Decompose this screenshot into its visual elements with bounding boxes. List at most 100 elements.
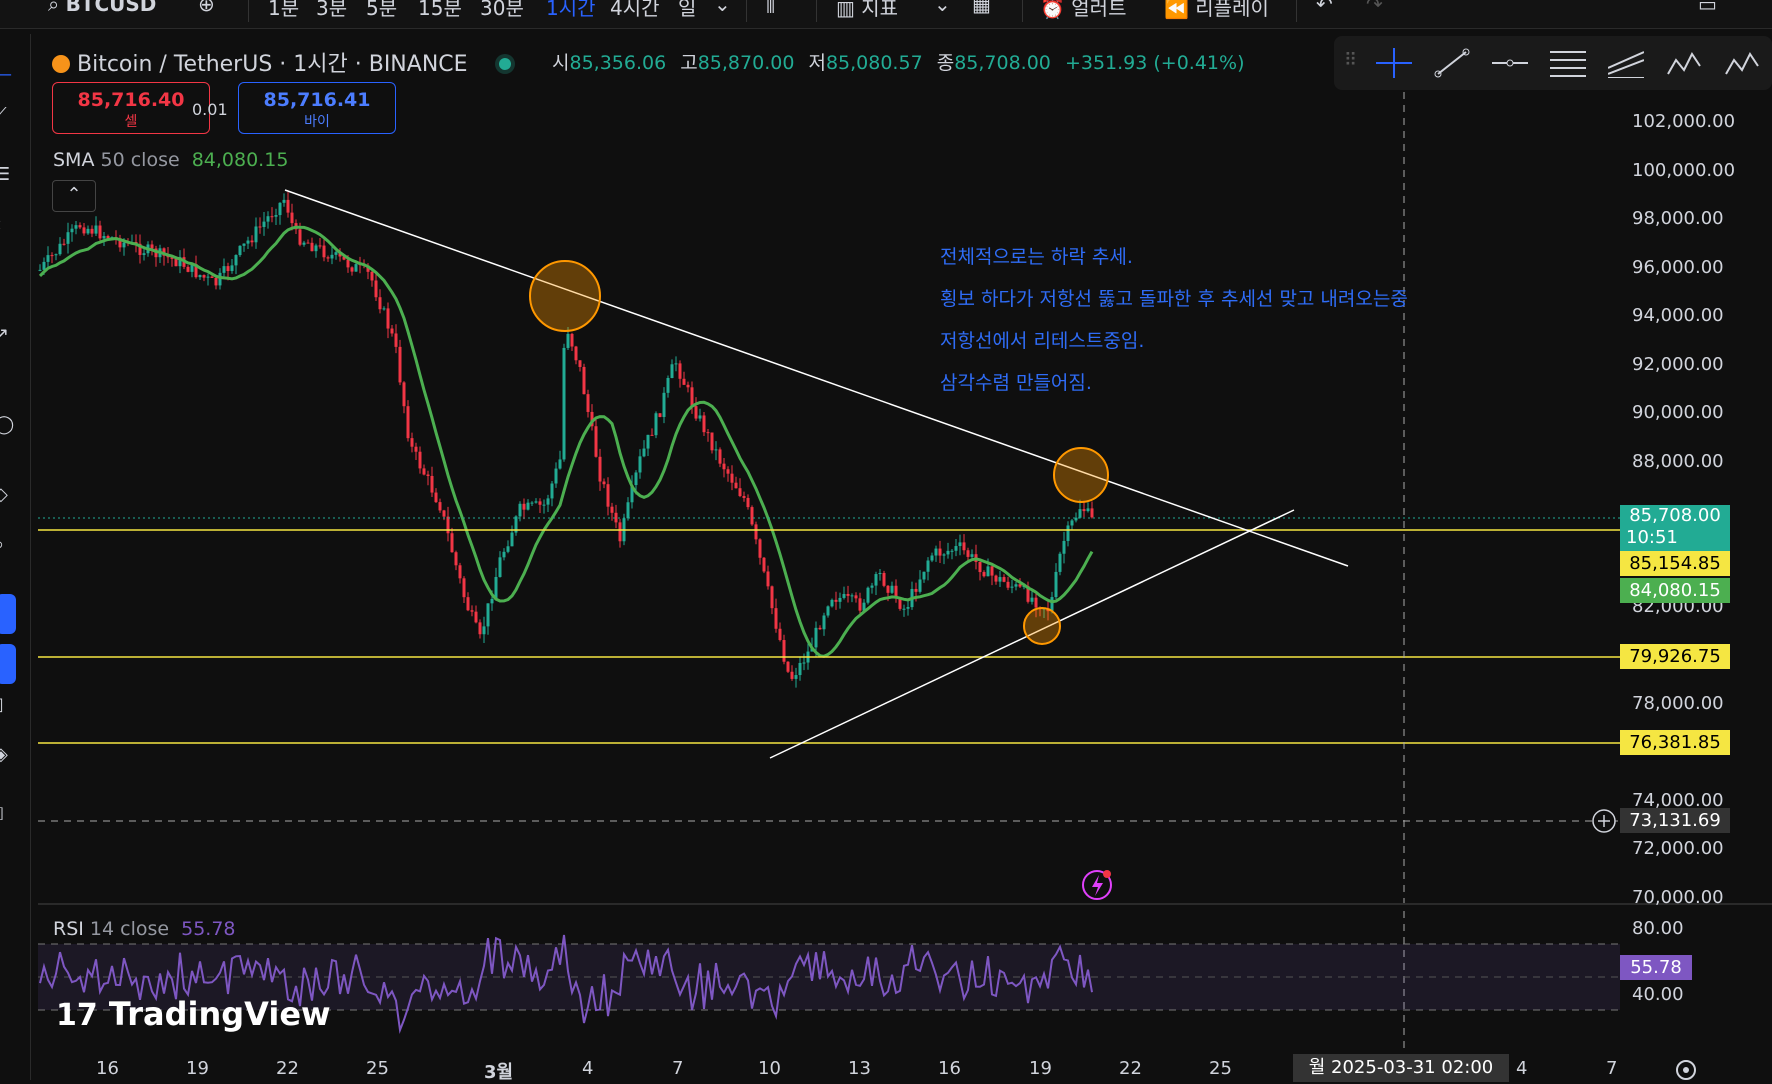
- candle-body: [798, 662, 802, 676]
- candle-body: [694, 406, 698, 419]
- abc-wave-icon[interactable]: [1724, 48, 1760, 78]
- crosshair-plus-icon[interactable]: [1592, 809, 1616, 833]
- candle-body: [350, 267, 354, 272]
- candle-body: [330, 254, 334, 259]
- candle-body: [586, 394, 590, 412]
- candle-body: [314, 245, 318, 252]
- parallel-channel-icon[interactable]: [1550, 48, 1586, 78]
- candle-body: [450, 533, 454, 553]
- level-price-tag: 76,381.85: [1620, 730, 1730, 755]
- candle-body: [714, 449, 718, 451]
- candle-body: [254, 226, 258, 243]
- candle-body: [970, 554, 974, 557]
- candle-body: [62, 243, 66, 245]
- time-axis-label: 22: [276, 1058, 299, 1079]
- horizontal-line-icon[interactable]: [1492, 48, 1528, 78]
- collapse-legend-button[interactable]: ⌃: [52, 180, 96, 212]
- candle-body: [510, 532, 514, 547]
- candle-body: [842, 594, 846, 598]
- candle-body: [346, 259, 350, 268]
- candle-body: [390, 328, 394, 334]
- candle-body: [378, 297, 382, 310]
- candle-body: [730, 473, 734, 483]
- candle-body: [214, 277, 218, 286]
- candle-body: [570, 333, 574, 347]
- candle-body: [442, 510, 446, 517]
- candle-body: [418, 451, 422, 469]
- candle-body: [226, 266, 230, 272]
- candle-body: [758, 539, 762, 558]
- candle-body: [1002, 577, 1006, 582]
- time-axis-label: 25: [1209, 1058, 1232, 1079]
- candle-body: [954, 546, 958, 551]
- candle-body: [218, 272, 222, 286]
- annotation-line-1[interactable]: 전체적으로는 하락 추세.: [940, 242, 1133, 269]
- candle-body: [486, 603, 490, 627]
- rsi-axis-label: 80.00: [1632, 918, 1684, 939]
- candle-body: [150, 244, 154, 249]
- candle-body: [742, 496, 746, 498]
- fib-channel-icon[interactable]: [1608, 48, 1644, 78]
- sell-button[interactable]: 85,716.40 셀: [52, 82, 210, 134]
- candle-body: [990, 566, 994, 576]
- candle-body: [562, 347, 566, 460]
- candle-body: [722, 463, 726, 470]
- candle-body: [782, 640, 786, 662]
- touch-circle[interactable]: [1053, 447, 1109, 503]
- candle-body: [946, 550, 950, 555]
- time-axis-label: 3월: [484, 1062, 514, 1083]
- time-axis-label: 22: [1119, 1058, 1142, 1079]
- annotation-line-2[interactable]: 횡보 하다가 저항선 뚫고 돌파한 후 추세선 맞고 내려오는중: [940, 284, 1408, 311]
- sma-price-tag: 84,080.15: [1620, 578, 1730, 603]
- candle-body: [478, 622, 482, 635]
- candle-body: [578, 360, 582, 367]
- candle-body: [702, 415, 706, 433]
- brand-text: TradingView: [108, 995, 331, 1033]
- crosshair-icon[interactable]: [1376, 48, 1412, 78]
- candle-body: [698, 415, 702, 419]
- candle-body: [866, 587, 870, 603]
- candle-body: [766, 571, 770, 587]
- buy-button[interactable]: 85,716.41 바이: [238, 82, 396, 134]
- drag-handle-icon[interactable]: ⠿: [1344, 50, 1357, 71]
- sma-legend[interactable]: SMA 50 close 84,080.15: [53, 149, 288, 171]
- settings-gear-icon[interactable]: [1676, 1060, 1696, 1080]
- candle-body: [474, 611, 478, 623]
- candle-body: [498, 557, 502, 577]
- candle-body: [386, 308, 390, 329]
- candle-body: [818, 627, 822, 630]
- candle-body: [258, 226, 262, 228]
- open-value: 85,356.06: [569, 52, 667, 74]
- candle-body: [878, 572, 882, 575]
- level-price-tag: 85,154.85: [1620, 551, 1730, 576]
- candle-body: [70, 228, 74, 233]
- elliott-wave-icon[interactable]: [1666, 48, 1702, 78]
- tradingview-logo-icon: 𝟭𝟳: [56, 998, 98, 1033]
- candle-body: [650, 434, 654, 436]
- annotation-line-3[interactable]: 저항선에서 리테스트중임.: [940, 326, 1144, 353]
- touch-circle[interactable]: [529, 260, 601, 332]
- touch-circle[interactable]: [1023, 607, 1061, 645]
- annotation-line-4[interactable]: 삼각수렴 만들어짐.: [940, 368, 1092, 395]
- trendline-icon[interactable]: [1434, 48, 1470, 78]
- candle-body: [470, 610, 474, 612]
- candle-body: [966, 550, 970, 557]
- resistance-trendline[interactable]: [284, 189, 1349, 567]
- symbol-title[interactable]: Bitcoin / TetherUS · 1시간 · BINANCE: [52, 46, 511, 78]
- candle-body: [550, 483, 554, 499]
- candle-body: [790, 671, 794, 679]
- candle-body: [830, 599, 834, 607]
- candle-body: [646, 434, 650, 449]
- trendlines: [284, 189, 1349, 759]
- rsi-legend[interactable]: RSI 14 close 55.78: [53, 918, 236, 940]
- candle-body: [794, 675, 798, 679]
- lightning-icon[interactable]: [1082, 870, 1112, 900]
- sma-value: 84,080.15: [191, 149, 289, 171]
- price-axis-label: 102,000.00: [1632, 111, 1736, 132]
- candle-body: [642, 448, 646, 457]
- candle-body: [566, 333, 570, 348]
- candle-body: [582, 366, 586, 395]
- tradingview-logo[interactable]: 𝟭𝟳 TradingView: [56, 995, 331, 1033]
- candle-body: [802, 662, 806, 664]
- price-axis-label: 72,000.00: [1632, 838, 1724, 859]
